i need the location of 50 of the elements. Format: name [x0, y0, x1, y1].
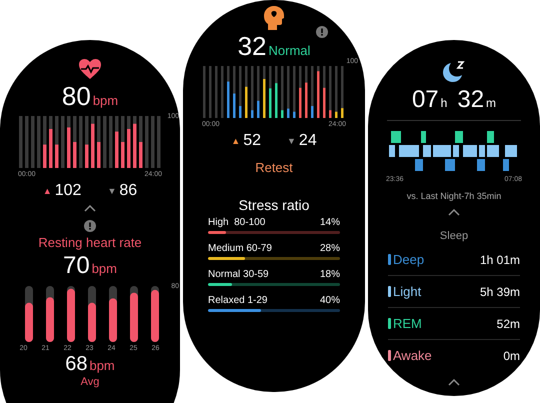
resting-heart-rate-unit: bpm	[92, 261, 117, 276]
average-unit: bpm	[89, 358, 115, 373]
stress-percent: 40%	[320, 295, 340, 306]
stage-name: Deep	[393, 252, 426, 267]
stress-percent: 28%	[320, 243, 340, 254]
stress-range-label: High 80-100	[208, 217, 266, 228]
chevron-up-icon[interactable]	[448, 209, 460, 216]
resting-heart-rate-value: 70	[63, 252, 90, 280]
sleep-hours: 07	[412, 86, 439, 114]
stress-range-label: Normal 30-59	[208, 269, 269, 280]
retest-button[interactable]: Retest	[249, 158, 299, 177]
chevron-up-icon[interactable]	[448, 379, 460, 386]
stress-status: Normal	[268, 43, 310, 58]
stage-duration: 0m	[503, 348, 520, 362]
stress-range-label: Relaxed 1-29	[208, 295, 268, 306]
stage-duration: 52m	[496, 316, 520, 330]
hours-unit: h	[440, 96, 448, 110]
heart-icon	[78, 58, 102, 80]
stress-value: 32	[238, 32, 266, 60]
sleep-minutes: 32	[457, 86, 484, 114]
max-value: 52	[243, 132, 261, 150]
stage-name: REM	[393, 316, 423, 331]
head-icon	[264, 6, 284, 30]
up-arrow-icon: ▲	[231, 136, 240, 146]
heart-rate-value: 80	[62, 82, 91, 110]
stage-name: Awake	[393, 348, 433, 363]
average-label: Avg	[80, 376, 100, 388]
resting-heart-rate-title: Resting heart rate	[38, 235, 142, 250]
stage-name: Light	[393, 284, 422, 299]
up-arrow-icon: ▲	[42, 186, 52, 196]
min-value: 86	[119, 182, 138, 200]
stage-duration: 1h 01m	[480, 252, 520, 266]
info-icon[interactable]	[316, 26, 328, 38]
stress-ratio-title: Stress ratio	[238, 197, 310, 213]
max-value: 102	[54, 182, 82, 200]
comparison-text: vs. Last Night-7h 35min	[406, 191, 502, 201]
down-arrow-icon: ▼	[287, 136, 296, 146]
stress-percent: 18%	[320, 269, 340, 280]
stress-range-label: Medium 60-79	[208, 243, 272, 254]
stage-duration: 5h 39m	[480, 284, 520, 298]
min-value: 24	[298, 132, 317, 150]
stress-percent: 14%	[320, 217, 340, 228]
info-icon[interactable]	[84, 220, 96, 232]
chevron-up-icon[interactable]	[84, 205, 96, 212]
sleep-title: Sleep	[440, 230, 468, 242]
average-value: 68	[65, 353, 88, 376]
heart-rate-unit: bpm	[92, 93, 118, 108]
down-arrow-icon: ▼	[107, 186, 116, 196]
minutes-unit: m	[486, 96, 496, 110]
moon-icon	[441, 60, 467, 84]
